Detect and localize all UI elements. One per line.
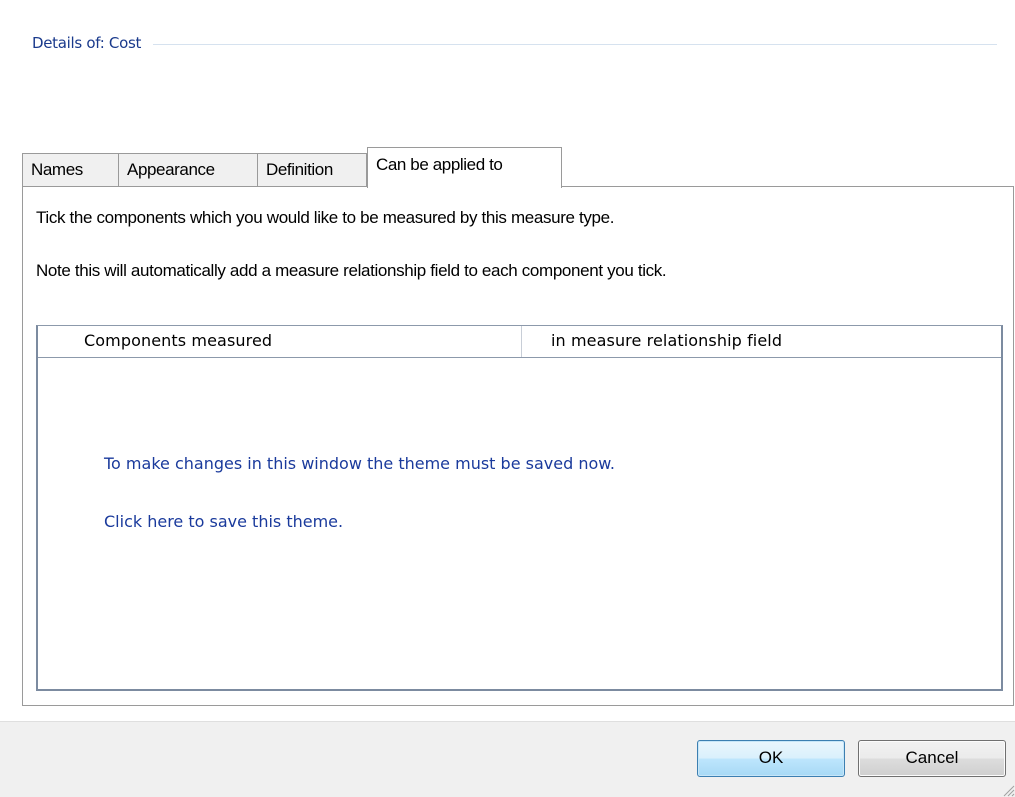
components-list[interactable]: Components measured in measure relations… [36,325,1003,691]
cancel-button[interactable]: Cancel [858,740,1006,777]
list-header: Components measured in measure relations… [38,326,1001,358]
ok-button[interactable]: OK [697,740,845,777]
column-header-components-measured[interactable]: Components measured [38,326,522,357]
tab-names[interactable]: Names [22,153,119,187]
dialog-footer: OK Cancel [0,721,1015,797]
note-text: Note this will automatically add a measu… [36,261,667,280]
save-required-message: To make changes in this window the theme… [104,454,615,473]
save-theme-link[interactable]: Click here to save this theme. [104,512,343,531]
details-title: Details of: Cost [32,34,142,52]
instruction-text: Tick the components which you would like… [36,208,615,227]
tab-appearance[interactable]: Appearance [118,153,258,187]
resize-grip-icon[interactable] [1001,783,1015,797]
tab-panel: Tick the components which you would like… [22,186,1014,706]
tab-can-be-applied-to[interactable]: Can be applied to [367,147,562,188]
column-header-relationship-field[interactable]: in measure relationship field [523,326,782,357]
header-divider [153,43,997,45]
tab-definition[interactable]: Definition [257,153,367,187]
details-group-header: Details of: Cost [32,31,997,55]
